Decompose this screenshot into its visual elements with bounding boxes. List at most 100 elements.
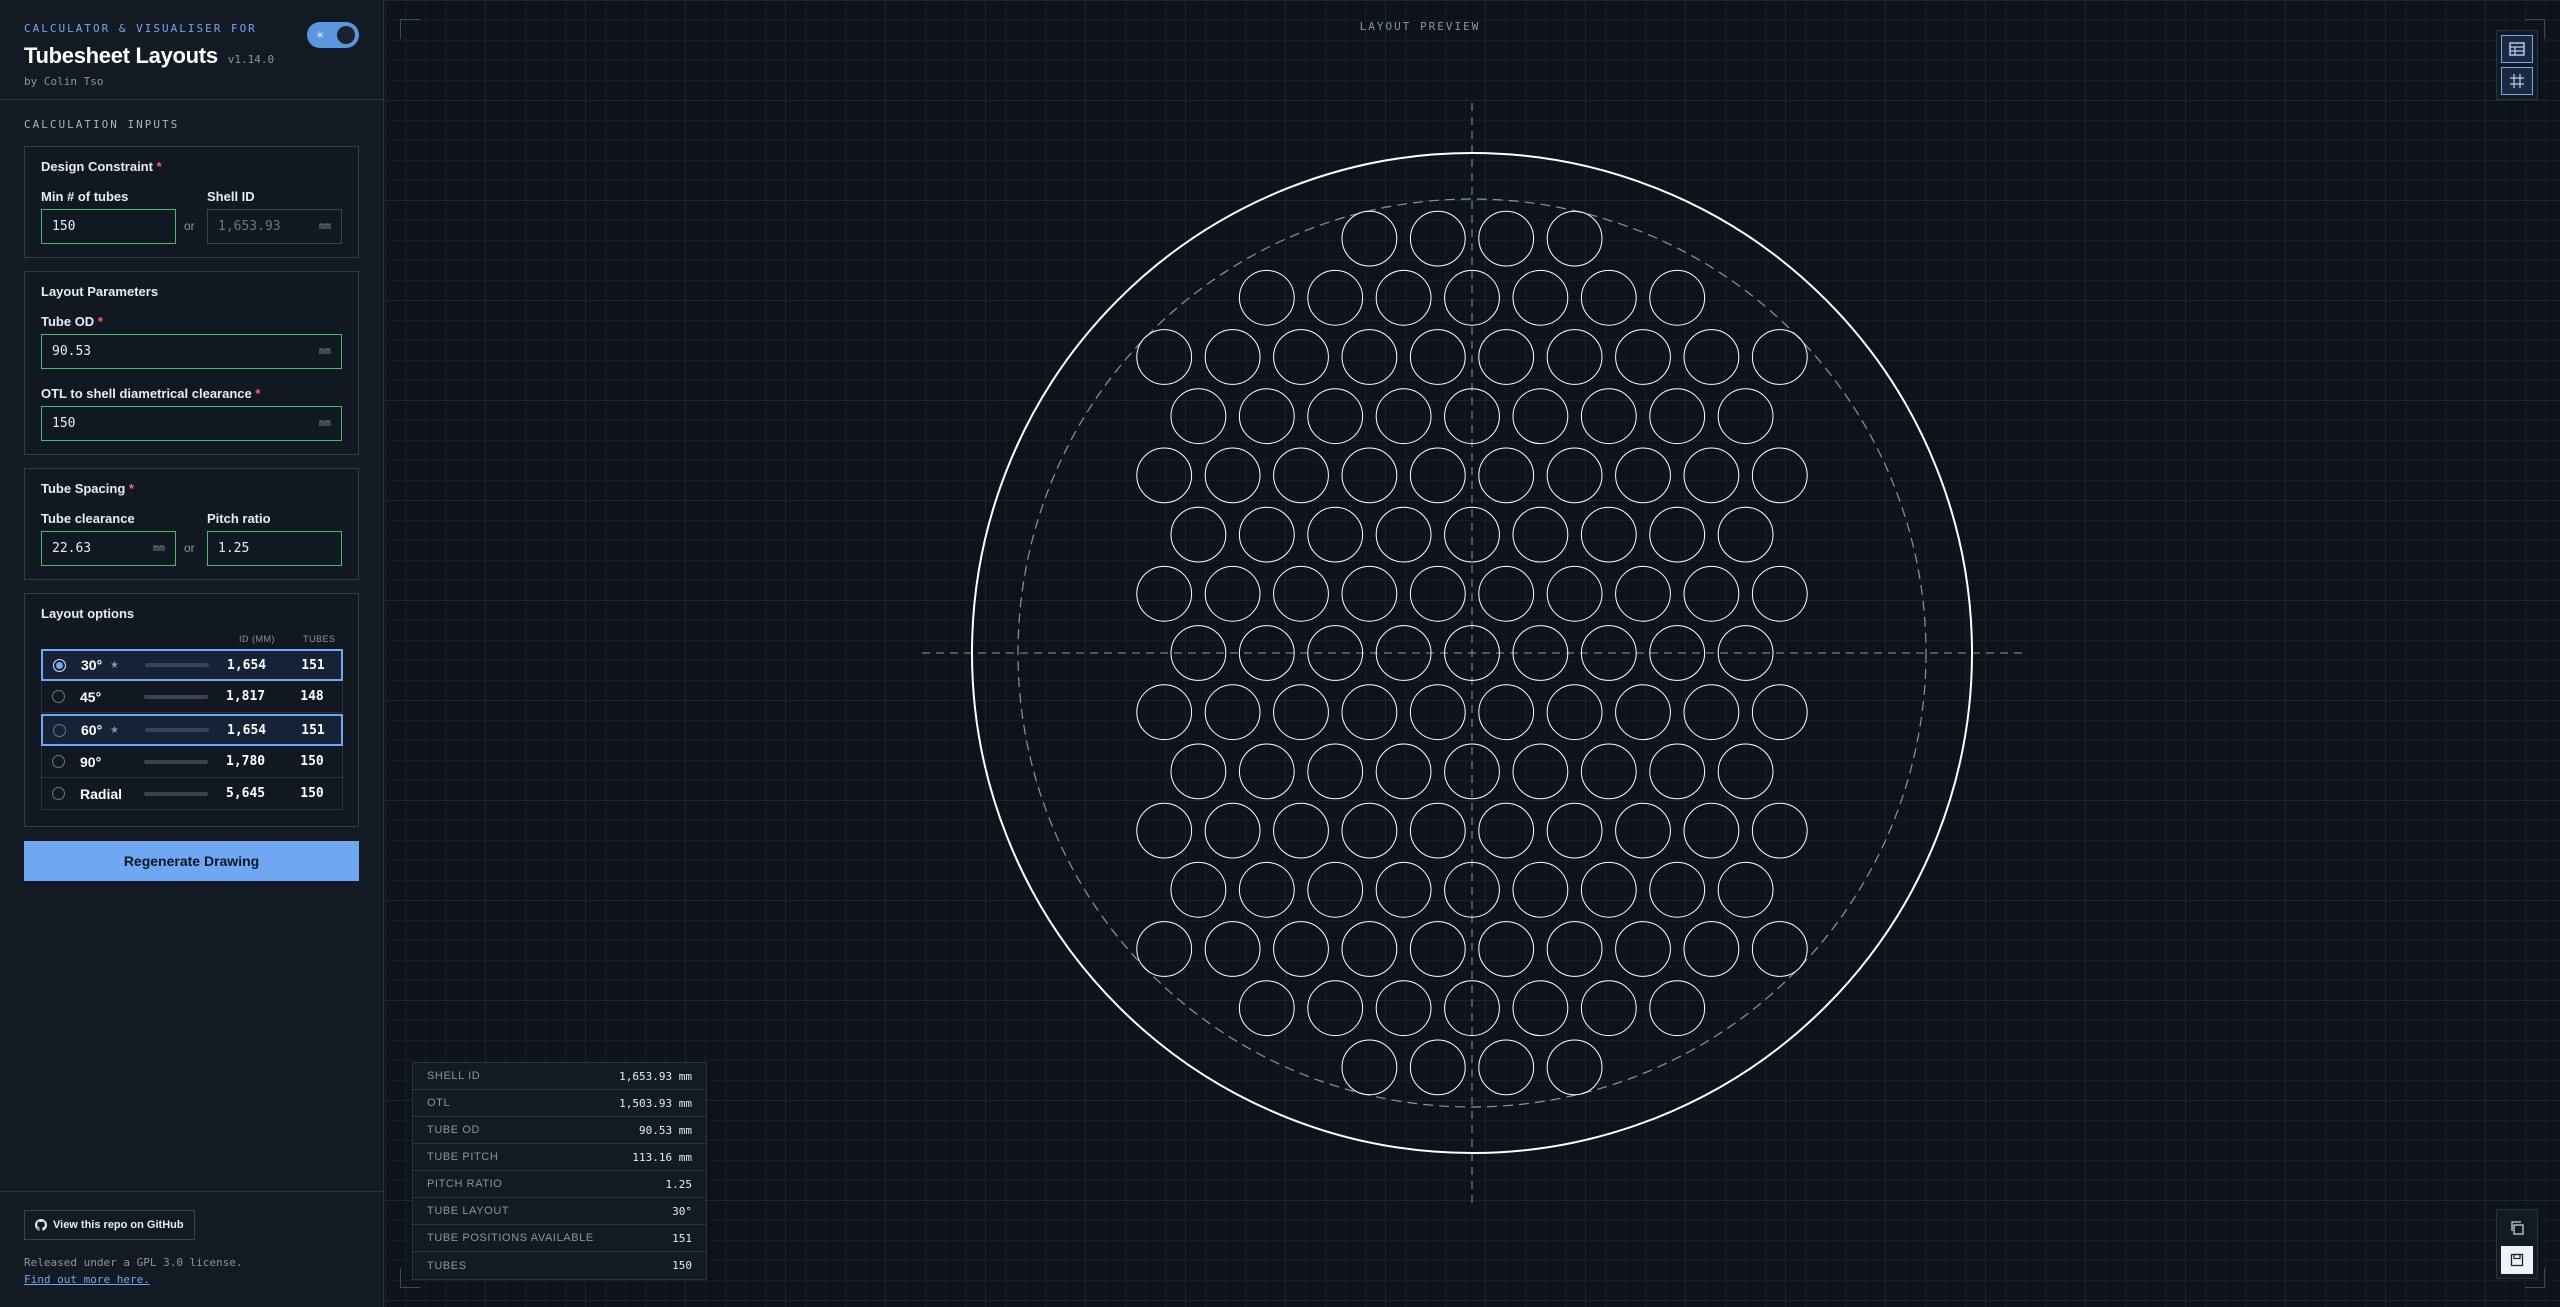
- pitch-ratio-label: Pitch ratio: [207, 511, 271, 526]
- tube-circle: [1615, 565, 1671, 622]
- export-toolbar: [2496, 1209, 2538, 1279]
- summary-row: TUBE PITCH 113.16 mm: [413, 1144, 706, 1171]
- theme-toggle[interactable]: ☀: [307, 22, 359, 48]
- sun-icon: ☀: [315, 29, 325, 42]
- tube-circle: [1546, 565, 1603, 622]
- summary-key: PITCH RATIO: [427, 1178, 503, 1190]
- otl-clearance-label: OTL to shell diametrical clearance: [41, 386, 252, 401]
- recommended-star-icon: ★: [110, 659, 119, 671]
- summary-key: TUBES: [427, 1259, 467, 1272]
- summary-value: 150: [672, 1259, 692, 1272]
- tube-circle: [1409, 921, 1466, 977]
- layout-options-card: Layout options ID (MM) TUBES 30° ★ 1,654 15…: [24, 593, 359, 827]
- sidebar-footer: View this repo on GitHub Released under …: [0, 1191, 384, 1304]
- layout-option-name: 90°: [80, 753, 102, 770]
- tube-circle: [1580, 388, 1637, 445]
- tube-circle: [1307, 269, 1364, 326]
- layout-option-tubes: 150: [300, 786, 324, 801]
- layout-option-row[interactable]: 30° ★ 1,654 151: [41, 649, 343, 681]
- tube-circle: [1580, 269, 1637, 326]
- tube-circle: [1649, 980, 1706, 1037]
- layout-option-radio[interactable]: [52, 690, 65, 703]
- tube-circle: [1238, 388, 1295, 445]
- tube-circle: [1751, 921, 1808, 977]
- tube-circle: [1649, 388, 1706, 445]
- tube-circle: [1580, 861, 1637, 918]
- copy-icon: [2511, 1221, 2524, 1235]
- otl-clearance-unit: mm: [318, 418, 331, 429]
- tube-circle: [1649, 506, 1706, 563]
- tube-od-unit: mm: [318, 346, 331, 357]
- app-version: v1.14.0: [227, 53, 275, 66]
- tube-circle: [1204, 921, 1261, 977]
- table-view-button[interactable]: [2501, 35, 2533, 63]
- tube-circle: [1751, 565, 1808, 622]
- save-button[interactable]: [2501, 1246, 2533, 1274]
- find-out-more-link[interactable]: Find out more here.: [24, 1273, 360, 1286]
- summary-row: PITCH RATIO 1.25: [413, 1171, 706, 1198]
- tube-circle: [1341, 447, 1398, 504]
- grid-toggle-button[interactable]: [2501, 67, 2533, 95]
- shell-id-input[interactable]: 1,653.93 mm: [207, 209, 342, 244]
- or-separator: or: [184, 541, 195, 555]
- regenerate-drawing-button[interactable]: Regenerate Drawing: [24, 841, 359, 881]
- layout-option-radio[interactable]: [53, 658, 66, 672]
- otl-clearance-input[interactable]: 150 mm: [41, 406, 342, 441]
- github-link-button[interactable]: View this repo on GitHub: [24, 1210, 195, 1240]
- summary-key: TUBE LAYOUT: [427, 1205, 510, 1217]
- tube-clearance-unit: mm: [152, 543, 165, 554]
- min-tubes-input[interactable]: 150: [41, 209, 176, 244]
- summary-value: 151: [672, 1231, 692, 1245]
- github-icon: [35, 1219, 47, 1231]
- tube-circle: [1546, 329, 1603, 385]
- layout-option-size-bar: [145, 663, 209, 667]
- tube-clearance-input[interactable]: 22.63 mm: [41, 531, 176, 566]
- tube-circle: [1238, 743, 1295, 800]
- min-tubes-label: Min # of tubes: [41, 189, 129, 204]
- layout-option-radio[interactable]: [52, 755, 65, 768]
- col-header-tubes: TUBES: [303, 634, 336, 644]
- tube-circle: [1512, 743, 1569, 800]
- shell-id-unit: mm: [318, 221, 331, 232]
- tube-circle: [1717, 743, 1774, 800]
- copy-button[interactable]: [2501, 1214, 2533, 1242]
- summary-key: OTL: [427, 1097, 451, 1109]
- layout-option-row[interactable]: Radial 5,645 150: [41, 778, 343, 810]
- tube-circle: [1580, 506, 1637, 563]
- pitch-ratio-value: 1.25: [218, 541, 250, 556]
- pitch-ratio-input[interactable]: 1.25: [207, 531, 342, 566]
- layout-option-row[interactable]: 45° 1,817 148: [41, 681, 343, 713]
- tube-circle: [1751, 447, 1808, 504]
- tube-circle: [1751, 802, 1808, 859]
- layout-option-name: 45°: [80, 688, 102, 705]
- or-separator: or: [184, 219, 195, 233]
- tube-circle: [1204, 684, 1261, 741]
- tube-od-input[interactable]: 90.53 mm: [41, 334, 342, 369]
- layout-option-id: 1,654: [227, 722, 267, 738]
- tube-circle: [1136, 329, 1193, 385]
- tube-circle: [1409, 802, 1466, 859]
- layout-option-radio[interactable]: [53, 723, 66, 737]
- tube-circle: [1683, 921, 1740, 977]
- tube-circle: [1273, 684, 1329, 741]
- layout-option-radio[interactable]: [52, 787, 65, 800]
- tube-circle: [1273, 329, 1329, 385]
- shell-id-placeholder: 1,653.93: [218, 219, 281, 234]
- tube-circle: [1478, 329, 1535, 385]
- tube-circle: [1341, 565, 1398, 622]
- tube-circle: [1546, 1039, 1603, 1096]
- design-constraint-card: Design Constraint * Min # of tubes Shell…: [24, 146, 359, 258]
- tube-circle: [1341, 1039, 1398, 1096]
- tube-circle: [1615, 921, 1671, 977]
- summary-value: 30°: [672, 1204, 692, 1218]
- min-tubes-value: 150: [52, 219, 76, 234]
- tube-circle: [1717, 506, 1774, 563]
- summary-row: TUBE LAYOUT 30°: [413, 1198, 706, 1225]
- recommended-star-icon: ★: [110, 724, 119, 736]
- tube-circle: [1238, 506, 1295, 563]
- layout-option-row[interactable]: 60° ★ 1,654 151: [41, 714, 343, 746]
- tube-circle: [1375, 388, 1432, 445]
- tube-circle: [1649, 861, 1706, 918]
- layout-preview-canvas[interactable]: LAYOUT PREVIEW SHELL ID 1,653.93 mm OTL …: [385, 0, 2560, 1307]
- layout-option-row[interactable]: 90° 1,780 150: [41, 746, 343, 778]
